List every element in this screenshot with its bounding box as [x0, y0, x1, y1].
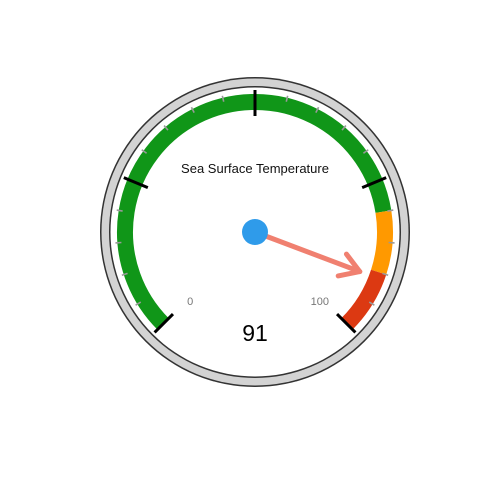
- gauge-minor-tick: [116, 209, 123, 212]
- gauge-svg: Sea Surface Temperature 0 100 91: [100, 77, 410, 387]
- gauge-chart: Sea Surface Temperature 0 100 91: [0, 0, 480, 480]
- gauge-title: Sea Surface Temperature: [181, 161, 329, 176]
- gauge-minor-tick: [387, 209, 394, 212]
- gauge-min-label: 0: [187, 296, 193, 308]
- gauge-needle-hub: [242, 219, 268, 245]
- gauge-value-label: 91: [242, 320, 268, 346]
- gauge-band-1: [370, 210, 393, 275]
- gauge-max-label: 100: [311, 296, 329, 308]
